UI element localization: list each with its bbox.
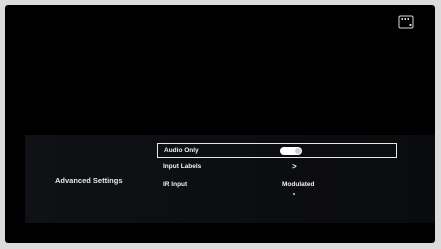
input-labels-row[interactable]: Input Labels > xyxy=(157,160,397,175)
row-label: Input Labels xyxy=(163,163,202,170)
row-label: Audio Only xyxy=(164,147,199,154)
toggle-knob xyxy=(295,148,301,154)
advanced-settings-panel: Advanced Settings Audio Only Input Label… xyxy=(25,135,435,223)
remote-control-icon xyxy=(398,15,414,29)
ir-input-row[interactable]: IR Input Modulated xyxy=(157,178,397,195)
ir-input-value: Modulated xyxy=(282,181,315,188)
chevron-right-icon: > xyxy=(292,162,297,171)
audio-only-toggle[interactable] xyxy=(280,147,302,155)
panel-title: Advanced Settings xyxy=(55,176,123,185)
audio-only-row[interactable]: Audio Only xyxy=(157,143,397,158)
value-indicator-dot xyxy=(293,193,295,195)
tv-screen: Advanced Settings Audio Only Input Label… xyxy=(5,5,435,243)
row-label: IR Input xyxy=(163,181,188,188)
